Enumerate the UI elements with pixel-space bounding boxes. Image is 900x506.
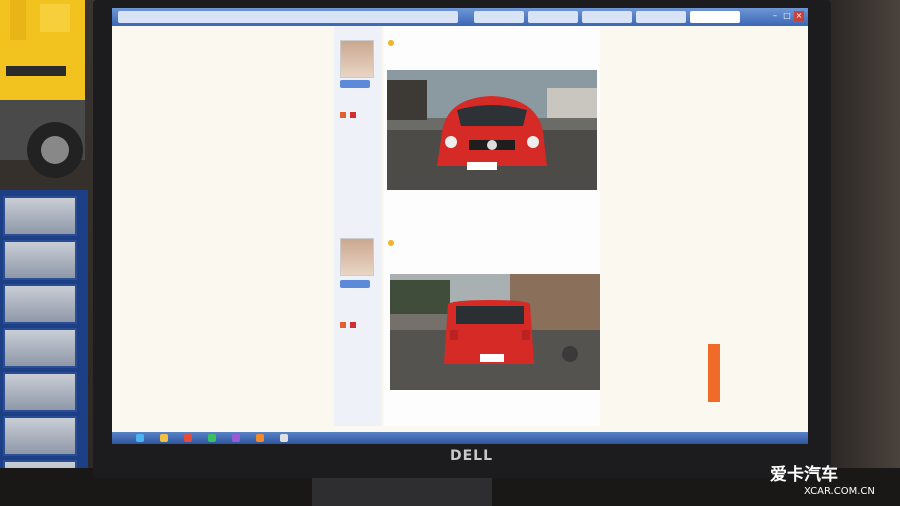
address-bar[interactable] — [118, 11, 458, 23]
dell-logo: DELL — [450, 448, 494, 464]
floating-share-toolbar[interactable] — [708, 344, 720, 402]
forum-post-column — [384, 26, 600, 426]
toy-crane-truck — [0, 0, 85, 178]
browser-tab-bar: – □ × — [112, 8, 808, 26]
browser-tab[interactable] — [582, 11, 632, 23]
parts-drawer-stack — [0, 190, 88, 506]
smiley-icon — [388, 40, 394, 46]
browser-tab[interactable] — [636, 11, 686, 23]
medal-icon — [340, 322, 346, 328]
close-icon[interactable]: × — [794, 11, 804, 21]
ie-icon[interactable] — [136, 434, 144, 442]
medal-icon — [350, 112, 356, 118]
user-avatar[interactable] — [340, 238, 374, 276]
app-icon[interactable] — [208, 434, 216, 442]
minimize-icon[interactable]: – — [770, 11, 780, 21]
drawer — [3, 416, 77, 456]
windows-taskbar — [112, 432, 808, 444]
browser-tab[interactable] — [528, 11, 578, 23]
user-level-badge — [340, 80, 370, 88]
xcar-watermark: 爱卡汽车 — [770, 465, 838, 485]
drawer — [3, 196, 77, 236]
post-photo-car-front[interactable] — [387, 70, 597, 190]
medal-icon — [350, 322, 356, 328]
user-level-badge — [340, 280, 370, 288]
room-right-background — [830, 0, 900, 506]
drawer — [3, 240, 77, 280]
monitor-screen: – □ × — [112, 8, 808, 444]
smiley-icon — [388, 240, 394, 246]
drawer — [3, 328, 77, 368]
forum-user-sidebar — [334, 26, 382, 426]
medal-icon — [340, 112, 346, 118]
app-icon[interactable] — [280, 434, 288, 442]
maximize-icon[interactable]: □ — [782, 11, 792, 21]
xcar-watermark-url: XCAR.COM.CN — [804, 486, 875, 497]
post-photo-car-rear[interactable] — [390, 274, 600, 390]
drawer — [3, 372, 77, 412]
drawer — [3, 284, 77, 324]
app-icon[interactable] — [256, 434, 264, 442]
explorer-icon[interactable] — [160, 434, 168, 442]
browser-tab-active[interactable] — [690, 11, 740, 23]
app-icon[interactable] — [232, 434, 240, 442]
monitor-stand — [312, 476, 492, 506]
browser-tab[interactable] — [474, 11, 524, 23]
user-avatar[interactable] — [340, 40, 374, 78]
app-icon[interactable] — [184, 434, 192, 442]
